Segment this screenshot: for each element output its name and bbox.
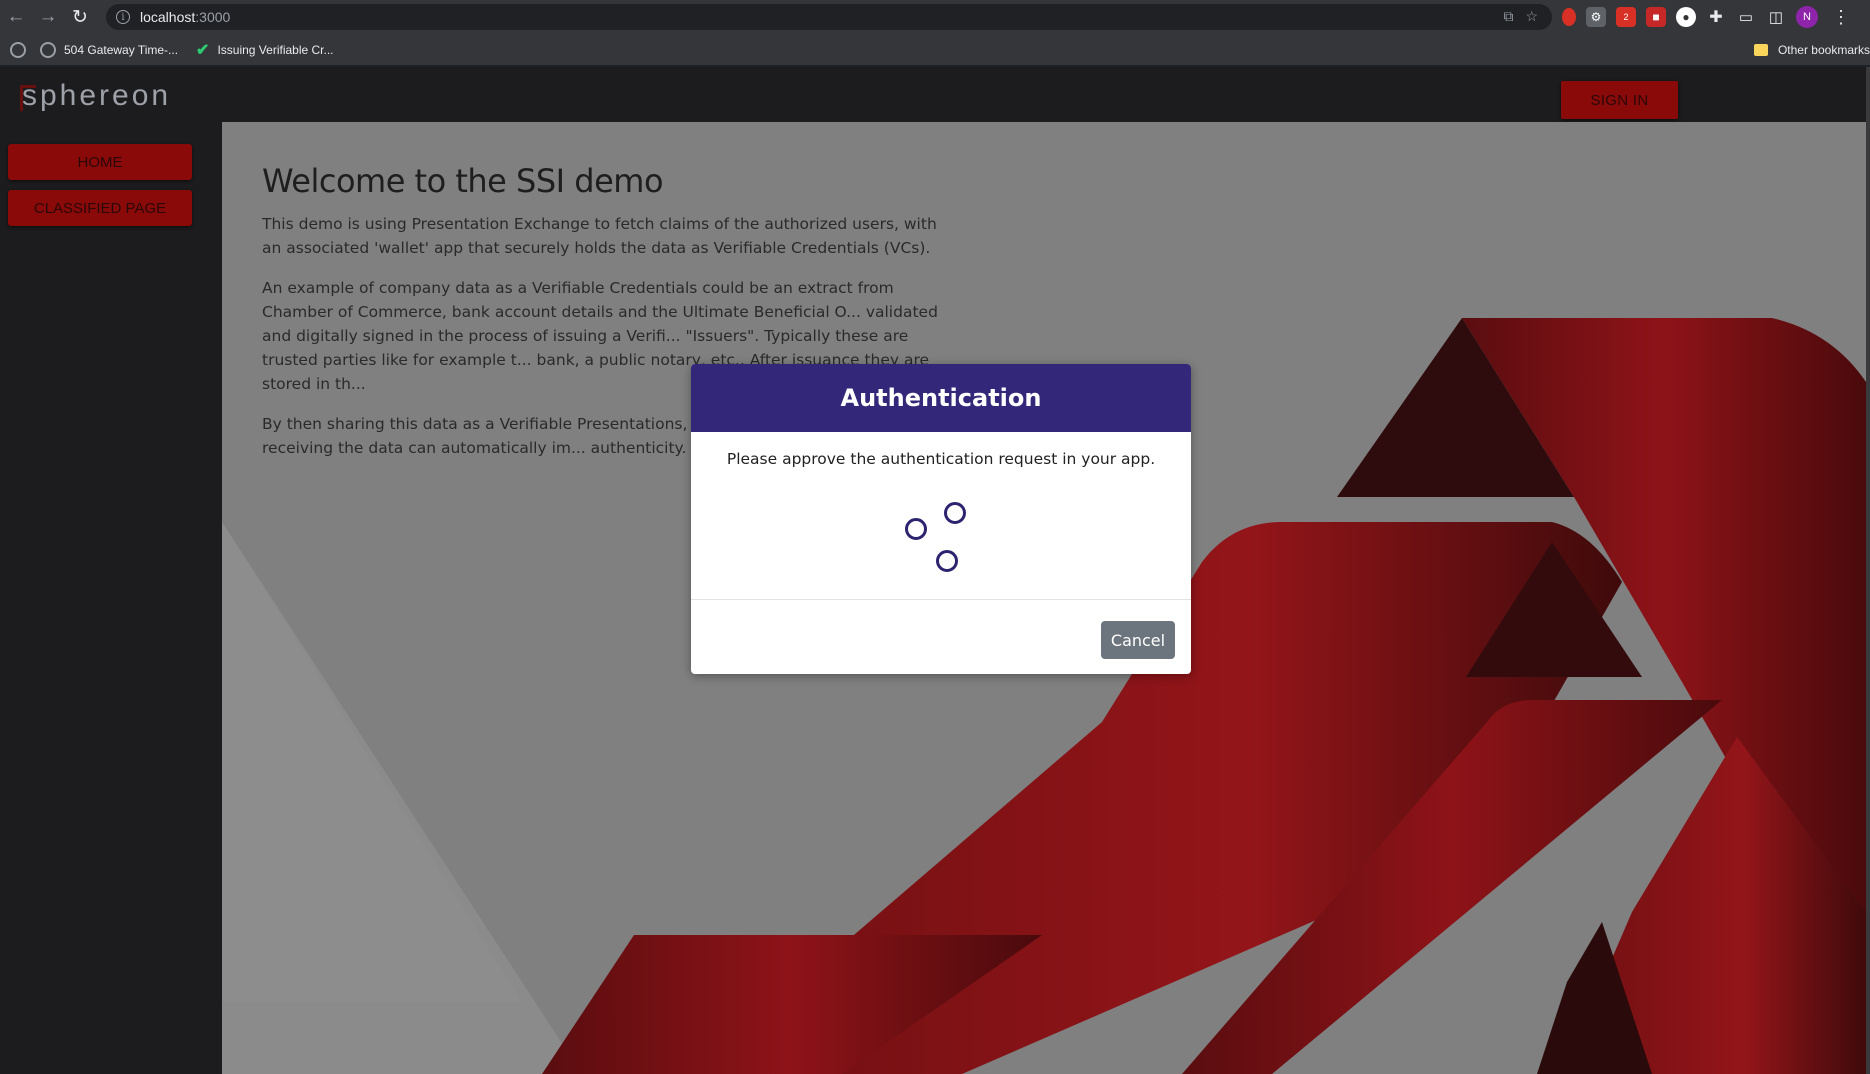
- adblock-extension-icon[interactable]: [1562, 8, 1576, 26]
- logo-text: sphereon: [22, 79, 172, 112]
- nav-home-button[interactable]: HOME: [8, 144, 192, 180]
- folder-icon: [1753, 44, 1768, 56]
- spinner-dot: [905, 518, 927, 540]
- profile-avatar[interactable]: N: [1796, 6, 1818, 28]
- back-arrow-icon[interactable]: ←: [0, 0, 32, 34]
- bookmark-item[interactable]: 504 Gateway Time-...: [40, 41, 179, 58]
- puzzle-extensions-icon[interactable]: ✚: [1706, 7, 1726, 27]
- cancel-button[interactable]: Cancel: [1101, 621, 1175, 659]
- sign-in-button[interactable]: SIGN IN: [1561, 81, 1678, 119]
- authentication-modal: Authentication Please approve the authen…: [691, 364, 1191, 674]
- address-bar[interactable]: i localhost:3000 ⧉ ☆: [106, 4, 1552, 30]
- modal-title: Authentication: [691, 364, 1191, 432]
- spinner-dot: [936, 550, 958, 572]
- browser-toolbar: ← → ↻ i localhost:3000 ⧉ ☆ ⚙ 2 ■ ● ✚ ▭ ◫…: [0, 0, 1870, 34]
- cast-icon[interactable]: ▭: [1736, 7, 1756, 27]
- other-bookmarks-label: Other bookmarks: [1777, 43, 1870, 57]
- url-port: :3000: [195, 9, 231, 25]
- bookmark-label: 504 Gateway Time-...: [64, 42, 179, 57]
- browser-menu-icon[interactable]: ⋮: [1832, 7, 1850, 28]
- extension-icon-4[interactable]: ■: [1646, 7, 1666, 27]
- share-icon[interactable]: ⧉: [1503, 8, 1513, 25]
- globe-icon: [10, 41, 26, 58]
- page-title: Welcome to the SSI demo: [262, 162, 664, 200]
- globe-icon: [40, 41, 56, 58]
- scrollbar-track[interactable]: [1866, 67, 1870, 1074]
- intro-paragraph: This demo is using Presentation Exchange…: [262, 215, 937, 257]
- bookmarks-bar: 504 Gateway Time-... ✔ Issuing Verifiabl…: [0, 34, 1870, 66]
- logo-mark-icon: [20, 85, 36, 111]
- sphereon-logo[interactable]: sphereon: [20, 79, 172, 113]
- bookmark-label: Issuing Verifiable Cr...: [217, 42, 334, 57]
- bookmark-item[interactable]: ✔ Issuing Verifiable Cr...: [196, 40, 333, 60]
- reload-icon[interactable]: ↻: [64, 0, 96, 34]
- modal-body: Please approve the authentication reques…: [691, 432, 1191, 600]
- extension-icon-2[interactable]: ⚙: [1586, 7, 1606, 27]
- app-viewport: sphereon SIGN IN HOME CLASSIFIED PAGE We…: [0, 67, 1870, 1074]
- other-bookmarks[interactable]: Other bookmarks: [1753, 34, 1870, 66]
- site-info-icon[interactable]: i: [116, 10, 130, 24]
- app-header: sphereon SIGN IN: [0, 67, 1866, 122]
- checkmark-icon: ✔: [196, 41, 210, 59]
- spinner-dot: [944, 502, 966, 524]
- side-panel-icon[interactable]: ◫: [1766, 7, 1786, 27]
- forward-arrow-icon[interactable]: →: [32, 0, 64, 34]
- bookmark-item[interactable]: [10, 41, 34, 58]
- url-text: localhost:3000: [140, 9, 230, 25]
- extensions-area: ⚙ 2 ■ ● ✚ ▭ ◫ N ⋮: [1562, 4, 1850, 30]
- url-host: localhost: [140, 9, 196, 25]
- loading-spinner-icon: [691, 432, 1191, 600]
- extension-icon-5[interactable]: ●: [1676, 7, 1696, 27]
- sidebar: HOME CLASSIFIED PAGE: [0, 122, 222, 1074]
- bookmark-star-icon[interactable]: ☆: [1525, 8, 1538, 25]
- nav-classified-page-button[interactable]: CLASSIFIED PAGE: [8, 190, 192, 226]
- extension-icon-3[interactable]: 2: [1616, 7, 1636, 27]
